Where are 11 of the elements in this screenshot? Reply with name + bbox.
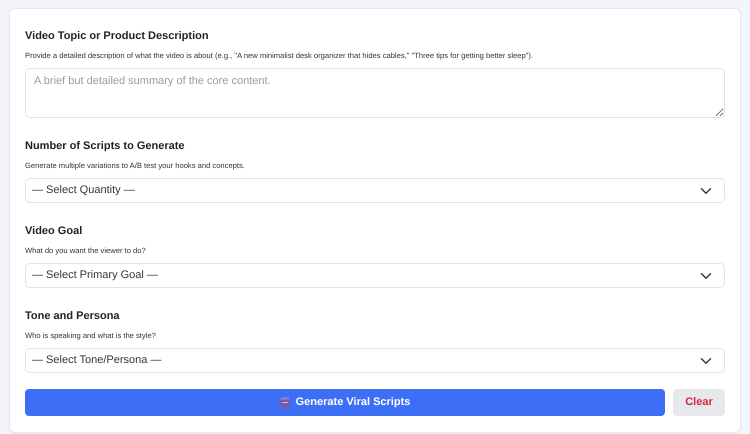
description-field[interactable]: A brief but detailed summary of the core content. xyxy=(25,68,725,118)
field-label: Number of Scripts to Generate xyxy=(25,139,186,153)
clapperboard-icon xyxy=(280,397,290,408)
dropdown-select[interactable]: — Select Primary Goal — xyxy=(25,263,725,288)
dropdown-select[interactable]: — Select Tone/Persona — xyxy=(25,348,725,373)
field-label: Video Goal xyxy=(25,224,84,238)
dropdown-select[interactable]: — Select Quantity — xyxy=(25,178,725,203)
field-label: Video Topic or Product Description xyxy=(25,29,210,43)
clear-button[interactable]: Clear xyxy=(673,389,725,416)
field-label: Tone and Persona xyxy=(25,309,121,323)
generate-button[interactable]: Generate Viral Scripts xyxy=(25,389,665,416)
